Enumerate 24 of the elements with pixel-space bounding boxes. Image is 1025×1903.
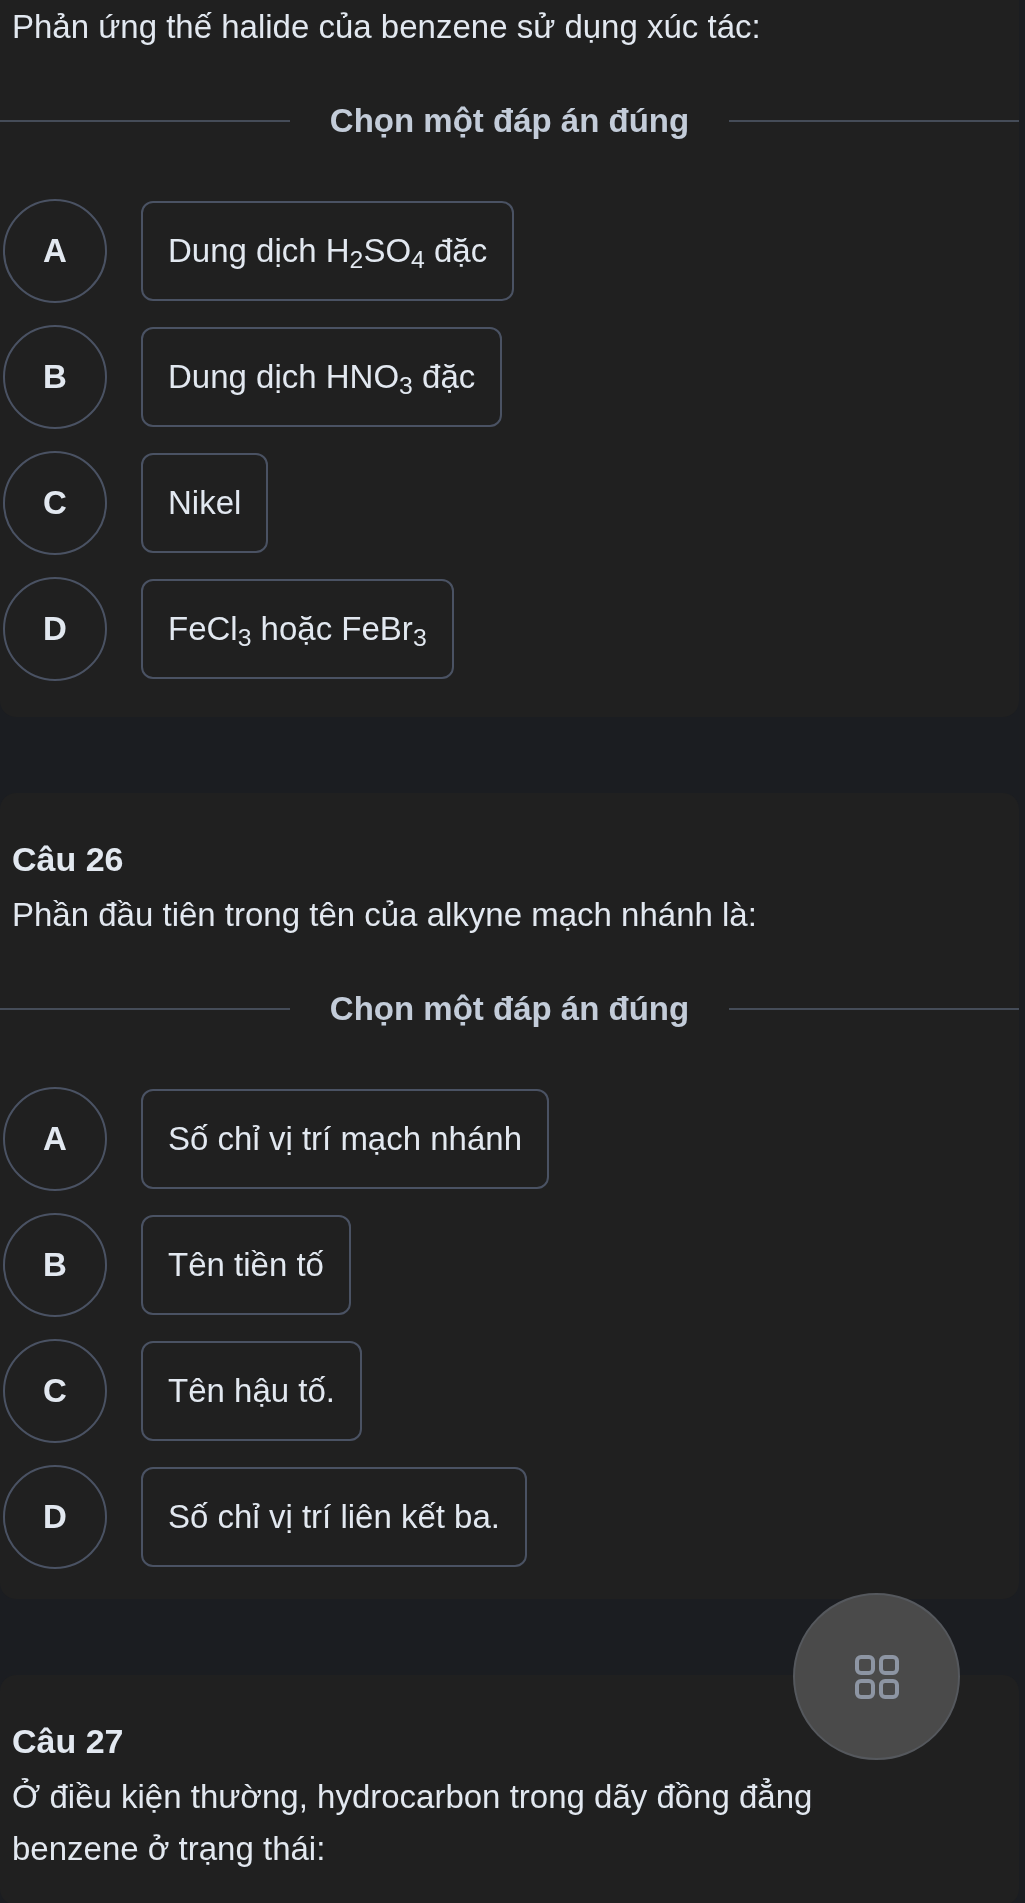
option-letter-button[interactable]: B bbox=[3, 325, 107, 429]
question-number: Câu 26 bbox=[11, 839, 124, 880]
option-letter-button[interactable]: A bbox=[3, 199, 107, 303]
grid-icon bbox=[854, 1654, 899, 1699]
option-letter-button[interactable]: D bbox=[3, 577, 107, 681]
answer-option[interactable]: Nikel bbox=[141, 453, 269, 553]
option-letter-button[interactable]: C bbox=[3, 1339, 107, 1443]
answer-option[interactable]: Số chỉ vị trí mạch nhánh bbox=[141, 1089, 549, 1189]
question-text: Ở điều kiện thường, hydrocarbon trong dãy đồng đẳng benzene ở trạng thái: bbox=[12, 1777, 814, 1869]
instruction-text: Chọn một đáp án đúng bbox=[329, 988, 690, 1029]
option-letter-button[interactable]: B bbox=[3, 1213, 107, 1317]
instruction-text: Chọn một đáp án đúng bbox=[329, 100, 690, 141]
option-letter-button[interactable]: A bbox=[3, 1087, 107, 1191]
answer-option[interactable]: Tên hậu tố. bbox=[141, 1341, 362, 1441]
answer-option[interactable]: Số chỉ vị trí liên kết ba. bbox=[141, 1467, 527, 1567]
option-letter-button[interactable]: C bbox=[3, 451, 107, 555]
question-number: Câu 27 bbox=[11, 1721, 124, 1762]
question-text: Phản ứng thế halide của benzene sử dụng xúc tác: bbox=[12, 7, 761, 47]
option-letter-button[interactable]: D bbox=[3, 1465, 107, 1569]
answer-option[interactable]: Tên tiền tố bbox=[141, 1215, 351, 1315]
question-text: Phần đầu tiên trong tên của alkyne mạch nhánh là: bbox=[12, 895, 757, 935]
answer-option[interactable]: FeCl$_{3}$ hoặc FeBr$_{3}$ bbox=[141, 579, 454, 679]
answer-option[interactable]: Dung dịch H$_{2}$SO$_{4}$ đặc bbox=[141, 201, 515, 301]
answer-option[interactable]: Dung dịch HNO$_{3}$ đặc bbox=[141, 327, 503, 427]
